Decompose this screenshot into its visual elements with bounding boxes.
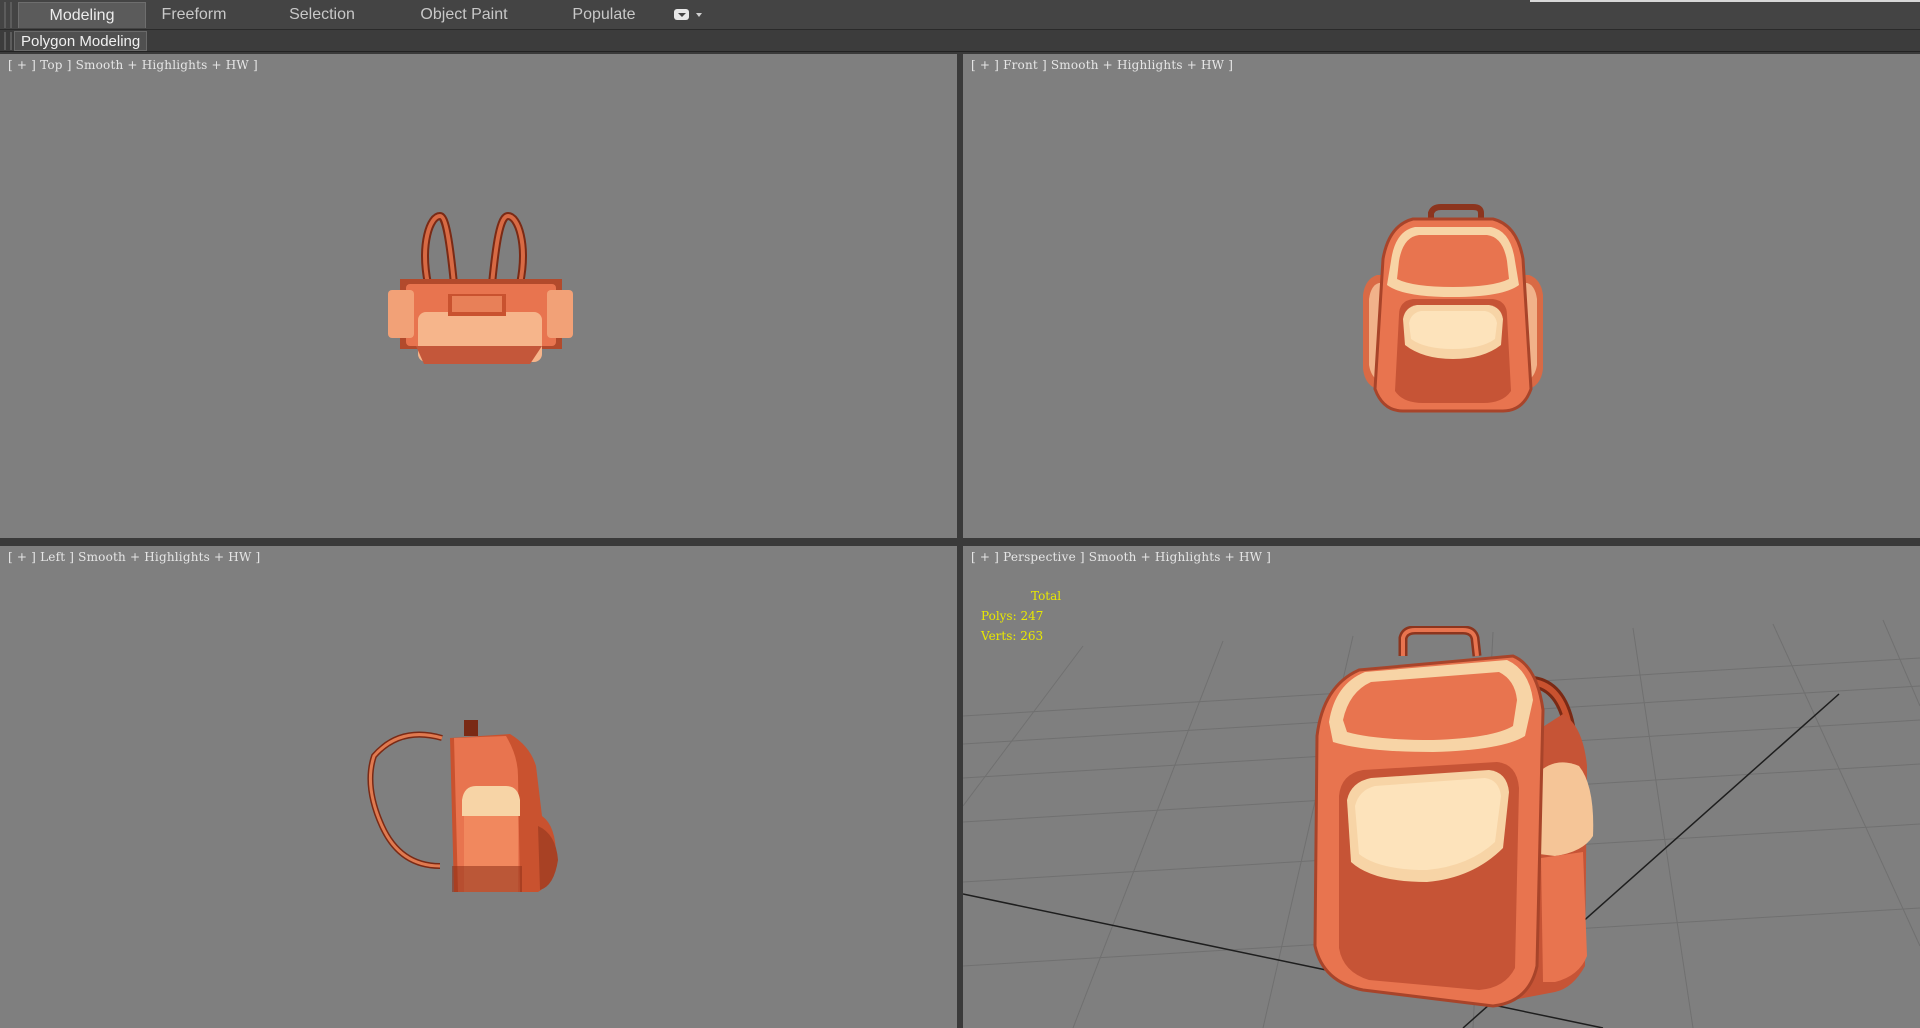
backpack-model-left[interactable] bbox=[360, 716, 580, 936]
ribbon-panel-bar: Polygon Modeling bbox=[0, 30, 1920, 52]
viewport-label-perspective[interactable]: [ + ] Perspective ] Smooth + Highlights … bbox=[971, 550, 1271, 564]
viewport-view-name[interactable]: Perspective bbox=[1003, 550, 1076, 564]
backpack-model-top[interactable] bbox=[380, 204, 580, 374]
stats-header: Total bbox=[1031, 589, 1062, 603]
viewport-shading-mode[interactable]: Smooth + Highlights + HW bbox=[1089, 550, 1262, 564]
stats-polys-row: Polys: 247 bbox=[981, 606, 1061, 626]
viewport-shading-mode[interactable]: Smooth + Highlights + HW bbox=[78, 550, 251, 564]
stats-polys-label: Polys: bbox=[981, 609, 1017, 623]
polygon-modeling-panel-button[interactable]: Polygon Modeling bbox=[14, 31, 148, 51]
tab-modeling[interactable]: Modeling bbox=[18, 2, 146, 28]
viewport-label-left[interactable]: [ + ] Left ] Smooth + Highlights + HW ] bbox=[8, 550, 260, 564]
viewport-front[interactable]: [ + ] Front ] Smooth + Highlights + HW ] bbox=[963, 54, 1920, 538]
ribbon-divider bbox=[1530, 0, 1920, 2]
tab-object-paint[interactable]: Object Paint bbox=[410, 2, 518, 28]
viewport-shading-mode[interactable]: Smooth + Highlights + HW bbox=[76, 58, 249, 72]
stats-verts-value: 263 bbox=[1020, 629, 1044, 643]
viewport-view-name[interactable]: Left bbox=[40, 550, 65, 564]
viewport-shading-mode[interactable]: Smooth + Highlights + HW bbox=[1051, 58, 1224, 72]
chevron-down-icon bbox=[674, 9, 689, 20]
stats-verts-row: Verts: 263 bbox=[981, 626, 1061, 646]
stats-polys-value: 247 bbox=[1020, 609, 1044, 623]
ribbon-tab-bar: Modeling Freeform Selection Object Paint… bbox=[0, 0, 1920, 30]
tab-freeform[interactable]: Freeform bbox=[148, 2, 240, 28]
ribbon-options-dropdown[interactable] bbox=[672, 7, 706, 23]
viewport-label-front[interactable]: [ + ] Front ] Smooth + Highlights + HW ] bbox=[971, 58, 1233, 72]
viewport-left[interactable]: [ + ] Left ] Smooth + Highlights + HW ] bbox=[0, 546, 957, 1028]
backpack-model-front[interactable] bbox=[1343, 199, 1563, 424]
panel-grip-handle[interactable] bbox=[4, 32, 12, 50]
viewport-menu-plus[interactable]: + bbox=[980, 58, 990, 72]
viewport-menu-plus[interactable]: + bbox=[17, 550, 27, 564]
tab-selection[interactable]: Selection bbox=[276, 2, 368, 28]
ribbon-grip-handle[interactable] bbox=[4, 2, 12, 28]
viewport-menu-plus[interactable]: + bbox=[17, 58, 27, 72]
tab-populate[interactable]: Populate bbox=[558, 2, 650, 28]
viewport-view-name[interactable]: Top bbox=[40, 58, 63, 72]
backpack-model-perspective[interactable] bbox=[1293, 626, 1613, 1016]
viewport-label-top[interactable]: [ + ] Top ] Smooth + Highlights + HW ] bbox=[8, 58, 258, 72]
caret-down-icon bbox=[696, 13, 702, 17]
stats-verts-label: Verts: bbox=[981, 629, 1017, 643]
viewport-top[interactable]: [ + ] Top ] Smooth + Highlights + HW ] bbox=[0, 54, 957, 538]
viewport-view-name[interactable]: Front bbox=[1003, 58, 1038, 72]
viewport-menu-plus[interactable]: + bbox=[980, 550, 990, 564]
scene-statistics: Total Polys: 247 Verts: 263 bbox=[981, 586, 1061, 646]
viewport-perspective[interactable]: [ + ] Perspective ] Smooth + Highlights … bbox=[963, 546, 1920, 1028]
